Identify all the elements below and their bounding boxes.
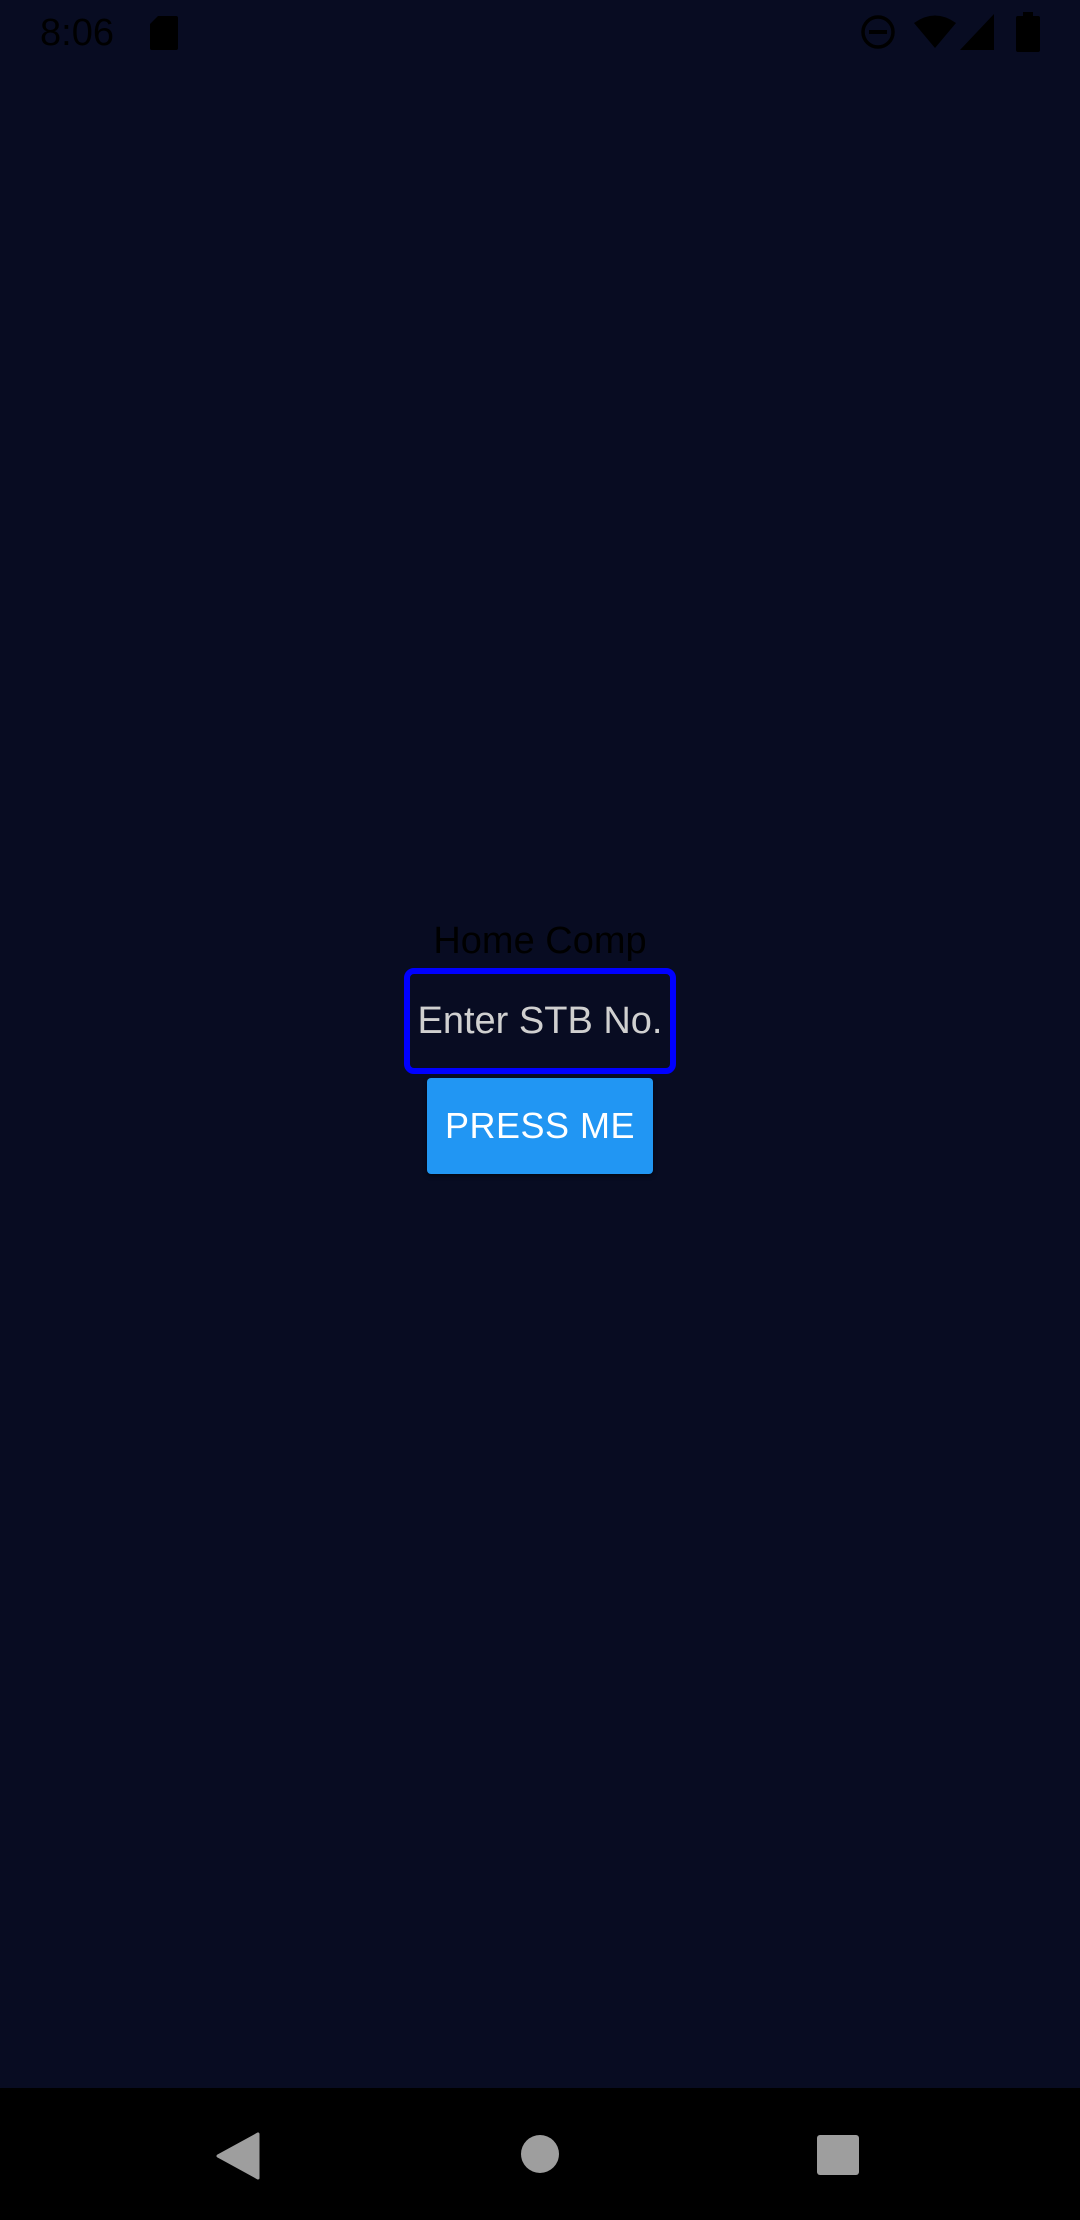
battery-icon [1016,12,1040,52]
press-me-button[interactable]: PRESS ME [427,1078,653,1174]
do-not-disturb-icon [861,15,895,49]
sd-card-icon [150,16,178,50]
app-screen: 8:06 Home Comp PRESS ME [0,0,1080,2220]
wifi-icon [914,15,956,48]
status-time: 8:06 [40,12,114,54]
stb-number-input[interactable] [404,968,676,1074]
home-content: Home Comp PRESS ME [0,916,1080,1174]
status-bar: 8:06 [0,0,1080,66]
recents-icon[interactable] [816,2134,860,2176]
signal-icon [960,14,994,50]
home-icon[interactable] [520,2134,560,2174]
page-title: Home Comp [433,920,647,962]
back-icon[interactable] [216,2132,260,2180]
navigation-bar [0,2088,1080,2220]
